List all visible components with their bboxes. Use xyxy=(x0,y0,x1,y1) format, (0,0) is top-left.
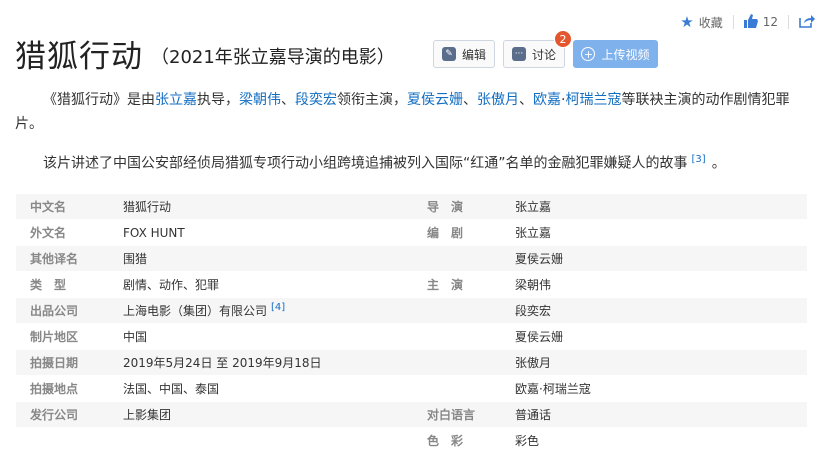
title-row: 猎狐行动 （2021年张立嘉导演的电影） xyxy=(15,33,395,75)
info-row: 其他译名 围猎 夏侯云姗 xyxy=(16,246,807,272)
info-label: 制片地区 xyxy=(30,330,79,344)
info-value: 彩色 xyxy=(515,434,540,448)
summary-text: 、 xyxy=(281,92,295,108)
director-link[interactable]: 张立嘉 xyxy=(515,198,807,215)
thumbs-up-icon xyxy=(743,13,758,31)
edit-button[interactable]: ✎ 编辑 xyxy=(433,40,495,68)
actor-link[interactable]: 张傲月 xyxy=(477,92,519,108)
info-value: 2019年5月24日 至 2019年9月18日 xyxy=(123,356,322,370)
discuss-label: 讨论 xyxy=(531,47,556,62)
info-label: 拍摄地点 xyxy=(30,382,79,396)
info-value: 普通话 xyxy=(515,408,552,422)
favorite-label: 收藏 xyxy=(698,15,723,30)
plus-icon: + xyxy=(581,47,596,61)
info-label: 导 演 xyxy=(427,200,464,214)
summary-text: 、 xyxy=(463,92,477,108)
page-title: 猎狐行动 xyxy=(15,38,143,75)
info-row: 类 型 剧情、动作、犯罪 主 演 梁朝伟 xyxy=(16,272,807,298)
info-label: 中文名 xyxy=(30,200,67,214)
actor-link[interactable]: 夏侯云姗 xyxy=(407,92,463,108)
info-label: 色 彩 xyxy=(427,434,464,448)
story-paragraph: 该片讲述了中国公安部经侦局猎狐专项行动小组跨境追捕被列入国际“红通”名单的金融犯… xyxy=(15,148,795,176)
story-text: 。 xyxy=(711,155,726,172)
info-value: 围猎 xyxy=(123,252,148,266)
summary-paragraph: 《猎狐行动》是由张立嘉执导，梁朝伟、段奕宏领衔主演，夏侯云姗、张傲月、欧嘉·柯瑞… xyxy=(15,88,795,136)
reference-link[interactable]: [4] xyxy=(271,302,285,313)
edit-label: 编辑 xyxy=(461,47,486,62)
share-button[interactable] xyxy=(799,14,815,31)
actor-link[interactable]: 欧嘉 xyxy=(533,92,561,108)
info-value: 上海电影（集团）有限公司 [4] xyxy=(123,302,422,319)
share-icon xyxy=(799,14,815,31)
actor-link[interactable]: 段奕宏 xyxy=(515,302,807,319)
like-button[interactable]: 12 xyxy=(743,13,778,31)
info-row: 制片地区 中国 夏侯云姗 xyxy=(16,324,807,350)
info-label: 其他译名 xyxy=(30,252,79,266)
info-row: 中文名 猎狐行动 导 演 张立嘉 xyxy=(16,194,807,220)
director-link[interactable]: 张立嘉 xyxy=(155,92,197,108)
summary-text: 领衔主演， xyxy=(337,92,407,108)
page-subtitle: （2021年张立嘉导演的电影） xyxy=(151,47,395,68)
info-label: 主 演 xyxy=(427,278,464,292)
upload-video-button[interactable]: + 上传视频 xyxy=(573,40,658,68)
info-label: 编 剧 xyxy=(427,226,464,240)
upload-label: 上传视频 xyxy=(601,47,650,62)
actor-link[interactable]: 梁朝伟 xyxy=(515,276,807,293)
info-row: 出品公司 上海电影（集团）有限公司 [4] 段奕宏 xyxy=(16,298,807,324)
divider xyxy=(788,15,789,29)
chat-icon: ··· xyxy=(511,47,526,61)
info-value-text: 上海电影（集团）有限公司 xyxy=(123,304,268,318)
favorite-button[interactable]: ★ 收藏 xyxy=(680,14,722,31)
divider xyxy=(732,15,734,29)
info-row: 外文名 FOX HUNT 编 剧 张立嘉 xyxy=(16,220,807,246)
info-value: 上影集团 xyxy=(123,408,172,422)
info-row: 拍摄日期 2019年5月24日 至 2019年9月18日 张傲月 xyxy=(16,350,807,376)
summary-text: 《猎狐行动》是由 xyxy=(43,92,155,108)
actor-link[interactable]: 欧嘉·柯瑞兰寇 xyxy=(515,380,807,397)
info-value: 猎狐行动 xyxy=(123,200,172,214)
info-value: FOX HUNT xyxy=(123,225,185,240)
discuss-button[interactable]: ··· 讨论 2 xyxy=(503,30,572,68)
reference-link[interactable]: [3] xyxy=(692,154,706,165)
info-label: 发行公司 xyxy=(30,408,79,422)
info-value: 剧情、动作、犯罪 xyxy=(123,278,220,292)
info-label: 出品公司 xyxy=(30,304,79,318)
info-table: 中文名 猎狐行动 导 演 张立嘉 外文名 FOX HUNT 编 剧 张立嘉 其他… xyxy=(16,194,807,454)
star-icon: ★ xyxy=(680,12,694,31)
actor-link[interactable]: 柯瑞兰寇 xyxy=(565,92,621,108)
actor-link[interactable]: 张傲月 xyxy=(515,354,807,371)
info-row: 色 彩 彩色 xyxy=(16,428,807,454)
info-row: 发行公司 上影集团 对白语言 普通话 xyxy=(16,402,807,428)
actor-link[interactable]: 段奕宏 xyxy=(295,92,337,108)
info-label: 拍摄日期 xyxy=(30,356,79,370)
discuss-count-badge: 2 xyxy=(554,30,572,48)
story-text: 该片讲述了中国公安部经侦局猎狐专项行动小组跨境追捕被列入国际“红通”名单的金融犯… xyxy=(43,155,688,172)
info-label: 外文名 xyxy=(30,226,67,240)
writer-link[interactable]: 夏侯云姗 xyxy=(515,250,807,267)
actor-link[interactable]: 梁朝伟 xyxy=(239,92,281,108)
info-label: 类 型 xyxy=(30,278,67,292)
info-label: 对白语言 xyxy=(427,408,476,422)
like-count: 12 xyxy=(762,15,778,29)
summary-text: 、 xyxy=(519,92,533,108)
summary-text: 执导， xyxy=(197,92,239,108)
actor-link[interactable]: 夏侯云姗 xyxy=(515,328,807,345)
pencil-icon: ✎ xyxy=(441,47,456,61)
info-value: 法国、中国、泰国 xyxy=(123,382,220,396)
top-actions: ★ 收藏 12 xyxy=(680,12,815,32)
info-value: 中国 xyxy=(123,330,148,344)
writer-link[interactable]: 张立嘉 xyxy=(515,224,807,241)
info-row: 拍摄地点 法国、中国、泰国 欧嘉·柯瑞兰寇 xyxy=(16,376,807,402)
